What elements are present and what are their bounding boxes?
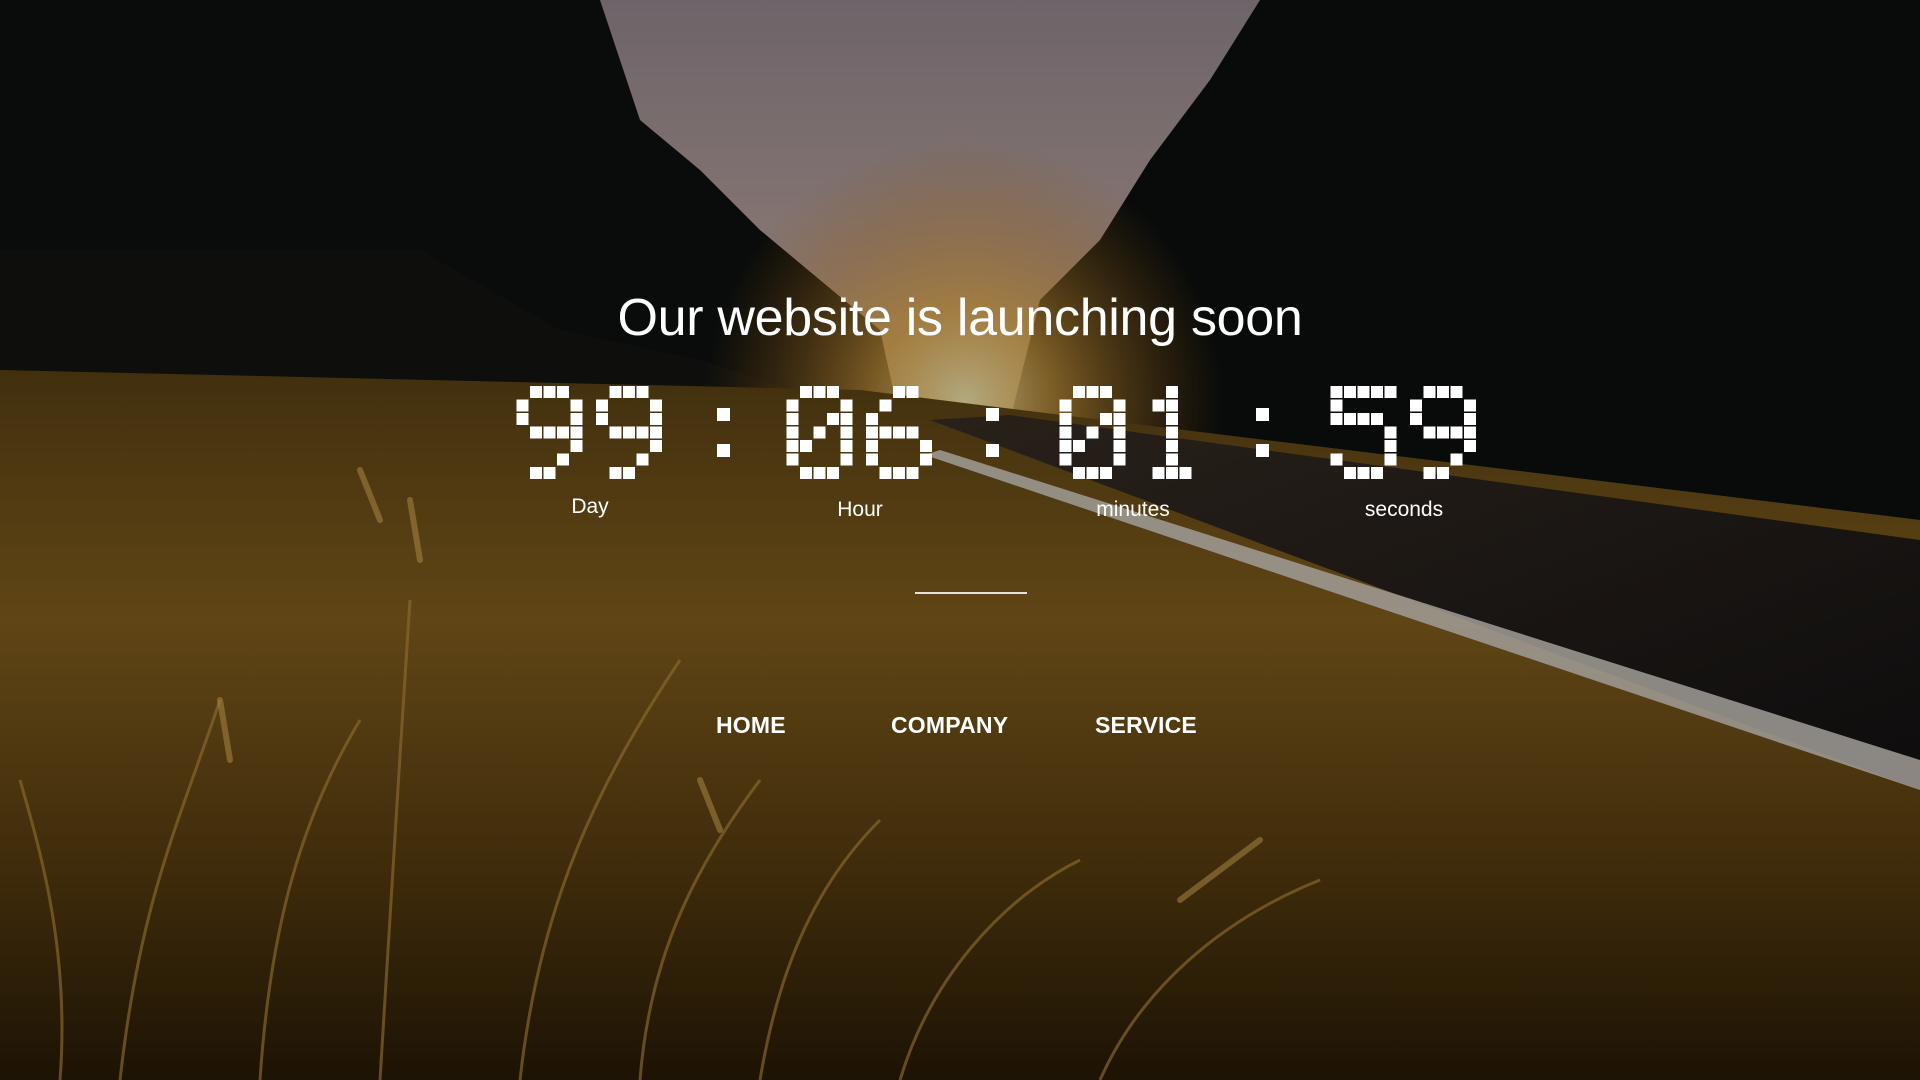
digit-9	[1410, 386, 1476, 479]
nav-link-company[interactable]: COMPANY	[891, 712, 1008, 739]
minutes-label: minutes	[1096, 498, 1170, 521]
countdown-minutes: minutes	[1033, 384, 1233, 522]
digit-9	[516, 386, 583, 479]
digit-1	[1152, 386, 1192, 479]
separator-colon	[717, 408, 733, 458]
hours-value	[760, 384, 960, 484]
separator-colon	[1256, 408, 1272, 458]
footer-nav: HOME COMPANY SERVICE	[0, 712, 1920, 748]
countdown-hours: Hour	[760, 384, 960, 522]
digit-9	[596, 386, 662, 479]
countdown-timer: Day Hour minutes seconds	[0, 384, 1920, 534]
divider-line	[915, 592, 1027, 594]
minutes-value	[1033, 384, 1233, 484]
digit-5	[1330, 386, 1397, 479]
seconds-value	[1304, 384, 1504, 484]
separator-colon	[986, 408, 1002, 458]
nav-link-home[interactable]: HOME	[716, 712, 786, 739]
countdown-seconds: seconds	[1304, 384, 1504, 522]
seconds-label: seconds	[1364, 498, 1444, 521]
digit-0	[786, 386, 853, 479]
hours-label: Hour	[837, 498, 883, 521]
background-photo	[0, 0, 1920, 1080]
countdown-days: Day	[490, 384, 690, 519]
digit-0	[1059, 386, 1126, 479]
days-label: Day	[571, 495, 609, 518]
digit-6	[866, 386, 932, 479]
page-title: Our website is launching soon	[617, 289, 1303, 347]
nav-link-service[interactable]: SERVICE	[1095, 712, 1197, 739]
days-value	[490, 384, 690, 484]
